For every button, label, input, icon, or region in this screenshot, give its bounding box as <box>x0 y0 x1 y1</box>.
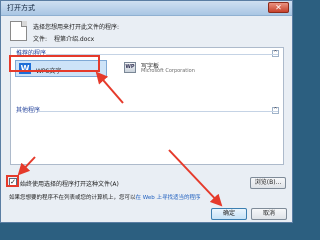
annotation-arrows <box>17 71 223 207</box>
arrow-to-ok <box>168 149 223 207</box>
arrow-to-program <box>95 71 124 104</box>
arrow-to-checkbox <box>17 156 36 176</box>
